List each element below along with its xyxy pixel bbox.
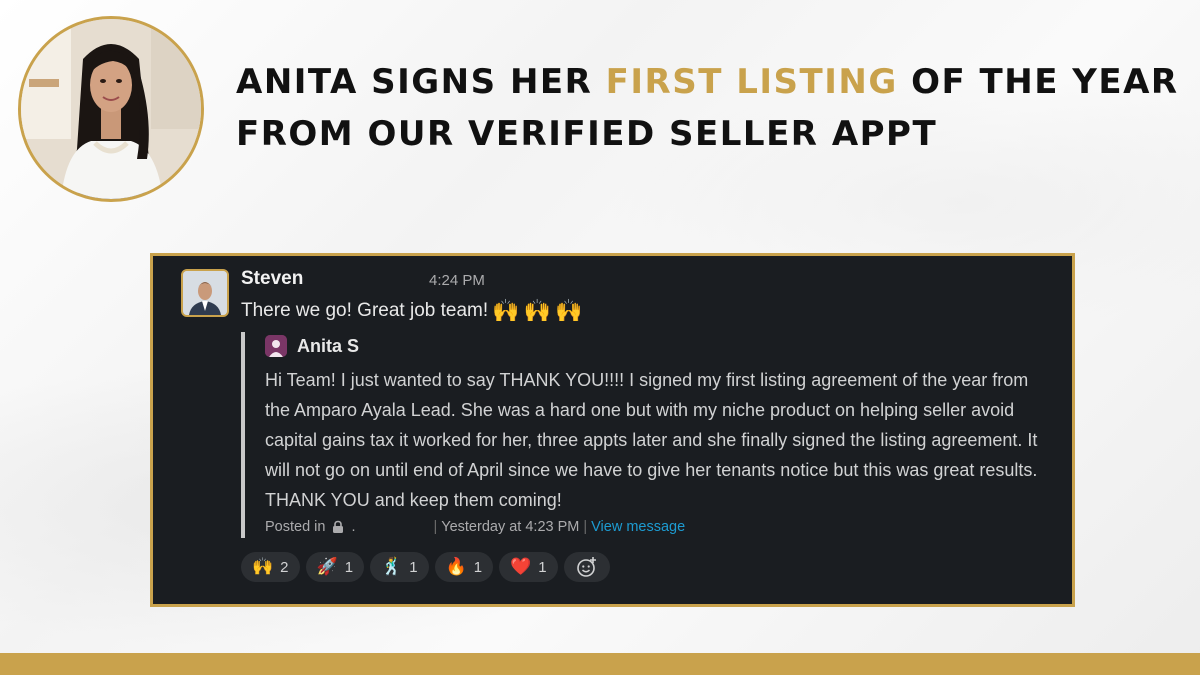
quote-author-avatar[interactable] [265, 335, 287, 357]
rocket-icon: 🚀 [316, 557, 338, 576]
footer-accent-bar [0, 653, 1200, 675]
user-avatar-icon [265, 335, 287, 357]
quote-body: Hi Team! I just wanted to say THANK YOU!… [265, 370, 1038, 510]
sender-avatar[interactable] [181, 269, 229, 317]
reaction-count: 1 [409, 558, 418, 576]
reaction-count: 1 [473, 558, 483, 576]
reaction-bar: 🙌 2 🚀 1 🕺 1 🔥 1 ❤️ 1 [241, 552, 610, 582]
sender-name[interactable]: Steven [241, 268, 303, 290]
page-title: ANITA SIGNS HER FIRST LISTING OF THE YEA… [236, 56, 1186, 160]
reaction-rocket[interactable]: 🚀 1 [305, 552, 365, 582]
reaction-heart[interactable]: ❤️ 1 [499, 552, 558, 582]
meta-separator: | [433, 519, 438, 535]
headline-part-1: ANITA SIGNS HER [236, 62, 606, 102]
posted-in-label: Posted in [265, 519, 326, 535]
raised-hands-icon: 🙌 [523, 298, 551, 323]
profile-photo [18, 16, 204, 202]
lock-icon [331, 520, 345, 534]
reaction-count: 1 [538, 558, 547, 576]
raised-hands-icon: 🙌 [492, 298, 520, 323]
slack-message-card: Steven 4:24 PM There we go! Great job te… [150, 253, 1075, 607]
quote-header: Anita S [265, 335, 359, 357]
add-emoji-icon [576, 557, 596, 577]
channel-name-redacted[interactable]: . [351, 519, 429, 535]
shared-message-quote: Anita S Hi Team! I just wanted to say TH… [241, 332, 1045, 538]
dancing-icon: 🕺 [381, 557, 403, 576]
heart-icon: ❤️ [510, 557, 532, 576]
view-message-link[interactable]: View message [591, 519, 685, 535]
quote-meta: Posted in . | Yesterday at 4:23 PM | Vie… [265, 519, 685, 535]
raised-hands-icon: 🙌 [252, 557, 274, 576]
reaction-fire[interactable]: 🔥 1 [434, 552, 494, 582]
reaction-dancing[interactable]: 🕺 1 [370, 552, 429, 582]
posted-time[interactable]: Yesterday at 4:23 PM [441, 519, 579, 535]
woman-portrait-icon [21, 19, 201, 199]
fire-icon: 🔥 [445, 557, 467, 576]
message-text: There we go! Great job team! 🙌 🙌 🙌 [241, 298, 582, 324]
message-timestamp[interactable]: 4:24 PM [429, 272, 485, 289]
raised-hands-icon: 🙌 [554, 298, 583, 323]
meta-separator: | [583, 519, 588, 535]
reaction-count: 1 [344, 558, 354, 576]
message-body: There we go! Great job team! [241, 300, 489, 321]
reaction-raised-hands[interactable]: 🙌 2 [241, 552, 300, 582]
reaction-count: 2 [280, 558, 289, 576]
quote-author-name[interactable]: Anita S [297, 336, 359, 357]
man-portrait-icon [183, 271, 227, 315]
headline-highlight: FIRST LISTING [605, 62, 898, 102]
add-reaction-button[interactable] [563, 552, 610, 582]
